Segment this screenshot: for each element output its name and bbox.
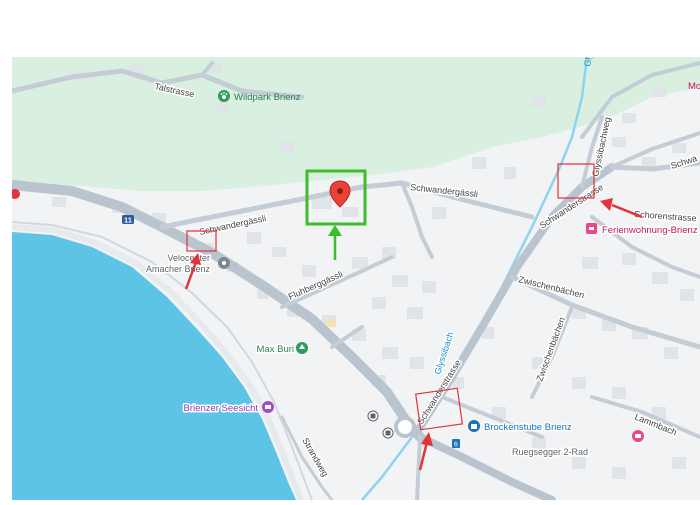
poi-label-seesicht: Brienzer Seesicht [184, 403, 259, 414]
svg-text:6: 6 [454, 442, 458, 449]
route-sign: 6 [452, 439, 460, 449]
poi-label-velocenter-line1: Velocenter [167, 253, 210, 263]
road-number-shield: 11 [122, 215, 134, 225]
poi-label-ferienwohnung: Ferienwohnung-Brienz [602, 225, 698, 236]
poi-hotel-right[interactable] [632, 430, 644, 442]
poi-label-mo: Mo [688, 81, 700, 92]
poi-brockenstube[interactable]: Brockenstube Brienz [468, 420, 573, 435]
poi-label-max-buri: Max Buri [257, 344, 294, 355]
svg-text:11: 11 [124, 216, 132, 225]
poi-max-buri[interactable]: Max Buri [255, 342, 308, 357]
poi-label-wildpark: Wildpark Brienz [234, 92, 301, 103]
roundabout [394, 416, 416, 438]
map-view[interactable]: Talstrasse Schwandergässli Schwandergäss… [7, 52, 700, 504]
poi-label-velocenter-line2: Amacher Brienz [146, 264, 211, 274]
small-marker [327, 319, 335, 327]
bus-stop-icon[interactable] [367, 410, 379, 422]
poi-ferienwohnung[interactable]: Ferienwohnung-Brienz [586, 223, 699, 238]
poi-label-ruegsegger: Ruegsegger 2-Rad [512, 447, 588, 457]
map-canvas[interactable]: Talstrasse Schwandergässli Schwandergäss… [7, 52, 700, 504]
bus-stop-icon[interactable] [382, 427, 394, 439]
poi-label-brockenstube: Brockenstube Brienz [484, 422, 572, 433]
poi-ruegsegger[interactable]: Ruegsegger 2-Rad [511, 446, 590, 459]
poi-mo[interactable]: Mo [688, 81, 700, 92]
